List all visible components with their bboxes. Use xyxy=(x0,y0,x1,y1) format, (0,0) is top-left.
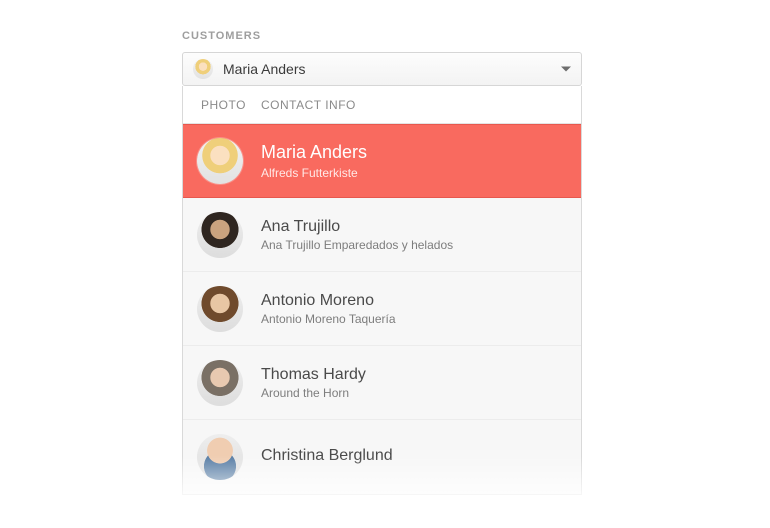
avatar xyxy=(197,212,243,258)
contact-info: Maria Anders Alfreds Futterkiste xyxy=(261,142,367,180)
contact-info: Thomas Hardy Around the Horn xyxy=(261,365,366,400)
avatar xyxy=(197,434,243,480)
contact-name: Christina Berglund xyxy=(261,446,393,465)
customer-combobox[interactable]: Maria Anders xyxy=(182,52,582,86)
contact-info: Ana Trujillo Ana Trujillo Emparedados y h… xyxy=(261,217,453,252)
dropdown-list: Maria Anders Alfreds Futterkiste Ana Truji… xyxy=(183,124,581,494)
contact-name: Maria Anders xyxy=(261,142,367,164)
contact-name: Antonio Moreno xyxy=(261,291,396,310)
contact-company: Ana Trujillo Emparedados y helados xyxy=(261,238,453,252)
contact-company: Around the Horn xyxy=(261,386,366,400)
column-contact: CONTACT INFO xyxy=(261,98,356,112)
list-item[interactable]: Antonio Moreno Antonio Moreno Taquería xyxy=(183,272,581,346)
contact-info: Christina Berglund xyxy=(261,446,393,467)
contact-name: Thomas Hardy xyxy=(261,365,366,384)
customer-dropdown[interactable]: PHOTO CONTACT INFO Maria Anders Alfreds F… xyxy=(182,86,582,495)
dropdown-header: PHOTO CONTACT INFO xyxy=(183,86,581,124)
selected-value: Maria Anders xyxy=(223,61,305,77)
list-item[interactable]: Christina Berglund xyxy=(183,420,581,494)
avatar xyxy=(197,360,243,406)
avatar xyxy=(197,138,243,184)
list-item[interactable]: Maria Anders Alfreds Futterkiste xyxy=(183,124,581,198)
section-label: CUSTOMERS xyxy=(182,30,770,42)
contact-company: Alfreds Futterkiste xyxy=(261,166,367,180)
list-item[interactable]: Thomas Hardy Around the Horn xyxy=(183,346,581,420)
chevron-down-icon xyxy=(561,67,571,72)
list-item[interactable]: Ana Trujillo Ana Trujillo Emparedados y h… xyxy=(183,198,581,272)
contact-company: Antonio Moreno Taquería xyxy=(261,312,396,326)
contact-name: Ana Trujillo xyxy=(261,217,453,236)
contact-info: Antonio Moreno Antonio Moreno Taquería xyxy=(261,291,396,326)
avatar xyxy=(197,286,243,332)
column-photo: PHOTO xyxy=(183,98,261,112)
selected-avatar xyxy=(193,59,213,79)
